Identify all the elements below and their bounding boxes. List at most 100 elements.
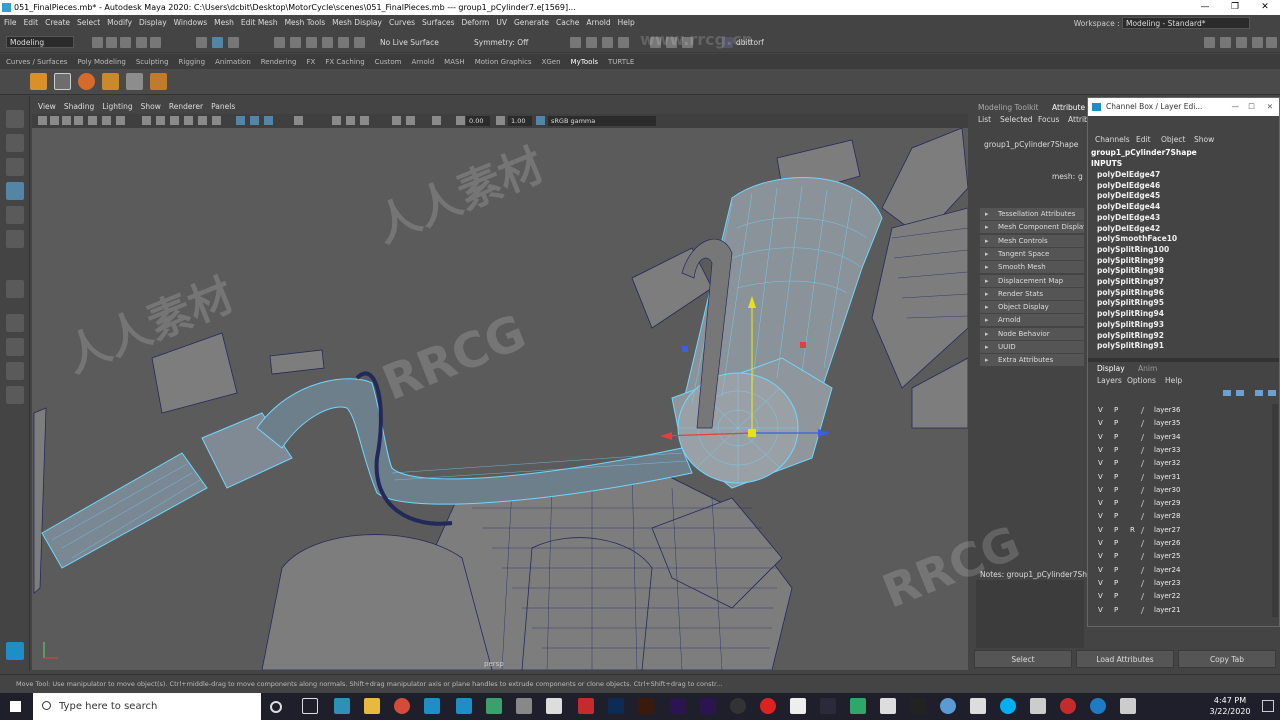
menu-file[interactable]: File	[4, 18, 17, 27]
shelf-tab-animation[interactable]: Animation	[215, 58, 251, 66]
ae-section-uuid[interactable]: UUID	[980, 341, 1084, 353]
layer-name[interactable]: layer35	[1154, 417, 1180, 430]
menu-select[interactable]: Select	[77, 18, 100, 27]
layer-row[interactable]: V Player33	[1092, 444, 1266, 457]
snap-curve-icon[interactable]	[290, 37, 301, 48]
scene-3d[interactable]: persp	[32, 128, 968, 670]
snap-grid-icon[interactable]	[274, 37, 285, 48]
input-node-item[interactable]: polyDelEdge46	[1097, 181, 1160, 190]
shelf-tab-sculpting[interactable]: Sculpting	[136, 58, 169, 66]
layer-playback-toggle[interactable]: P	[1114, 577, 1118, 590]
layer-name[interactable]: layer29	[1154, 497, 1180, 510]
maximize-button[interactable]: ❐	[1220, 0, 1250, 15]
ae-section-tessellation-attributes[interactable]: Tessellation Attributes	[980, 208, 1084, 220]
premiere-icon[interactable]	[700, 698, 716, 714]
viewport-menu-renderer[interactable]: Renderer	[169, 102, 203, 111]
layer-playback-toggle[interactable]: P	[1114, 524, 1118, 537]
layer-scrollbar[interactable]	[1272, 404, 1278, 617]
ae-copy-tab-button[interactable]: Copy Tab	[1178, 650, 1276, 668]
input-node-item[interactable]: polySplitRing96	[1097, 288, 1164, 297]
maya-taskbar-icon[interactable]	[424, 698, 440, 714]
app4-taskbar-icon[interactable]	[730, 698, 746, 714]
shelf-tab-fx[interactable]: FX	[307, 58, 316, 66]
layer-name[interactable]: layer34	[1154, 431, 1180, 444]
shelf-tab-rendering[interactable]: Rendering	[261, 58, 297, 66]
cb-node-name[interactable]: group1_pCylinder7Shape	[1091, 148, 1197, 157]
app7-taskbar-icon[interactable]	[820, 698, 836, 714]
layer-color-swatch[interactable]	[1140, 407, 1150, 414]
ae-section-tangent-space[interactable]: Tangent Space	[980, 247, 1084, 260]
layer-playback-toggle[interactable]: P	[1114, 550, 1118, 563]
sidebar-toggle-icon[interactable]	[1204, 37, 1215, 48]
layer-playback-toggle[interactable]: P	[1114, 444, 1118, 457]
input-node-item[interactable]: polySplitRing91	[1097, 341, 1164, 350]
layer-color-swatch[interactable]	[1140, 486, 1150, 494]
windows-start-icon[interactable]	[10, 701, 21, 712]
ae-notes-field[interactable]	[976, 580, 1084, 648]
app2-taskbar-icon[interactable]	[546, 698, 562, 714]
ae-section-displacement-map[interactable]: Displacement Map	[980, 274, 1084, 287]
layer-row[interactable]: V Player21	[1092, 604, 1266, 617]
cb-menu-show[interactable]: Show	[1194, 135, 1214, 144]
menu-mesh-display[interactable]: Mesh Display	[332, 18, 382, 27]
layer-row[interactable]: V Player30	[1092, 484, 1266, 497]
bookmark-icon[interactable]	[62, 116, 71, 125]
move-layer-down-icon[interactable]	[1236, 390, 1244, 396]
layer-visibility-toggle[interactable]: V	[1098, 577, 1103, 590]
workspace-selector[interactable]: Workspace : Modeling - Standard*	[1074, 17, 1250, 30]
ipr-render-icon[interactable]	[602, 37, 613, 48]
two-view-icon[interactable]	[6, 362, 24, 380]
layer-menu-help[interactable]: Help	[1165, 376, 1182, 385]
ae-section-arnold[interactable]: Arnold	[980, 314, 1084, 327]
layer-row[interactable]: V Player29	[1092, 497, 1266, 510]
cb-menu-object[interactable]: Object	[1161, 135, 1185, 144]
menu-create[interactable]: Create	[45, 18, 70, 27]
exposure-field[interactable]: 0.00	[466, 116, 490, 126]
ae-section-node-behavior[interactable]: Node Behavior	[980, 327, 1084, 340]
app-taskbar-icon[interactable]	[516, 698, 532, 714]
menu-curves[interactable]: Curves	[389, 18, 415, 27]
calculator-icon[interactable]	[970, 698, 986, 714]
layer-color-swatch[interactable]	[1140, 579, 1150, 587]
layer-visibility-toggle[interactable]: V	[1098, 431, 1103, 444]
layer-playback-toggle[interactable]: P	[1114, 590, 1118, 603]
layer-row[interactable]: V Player35	[1092, 417, 1266, 430]
layer-color-swatch[interactable]	[1140, 513, 1150, 521]
ae-section-smooth-mesh[interactable]: Smooth Mesh	[980, 261, 1084, 274]
autodesk-taskbar-icon[interactable]	[486, 698, 502, 714]
grid-toggle-icon[interactable]	[88, 116, 97, 125]
ae-select-button[interactable]: Select	[974, 650, 1072, 668]
ae-section-object-display[interactable]: Object Display	[980, 301, 1084, 314]
app5-taskbar-icon[interactable]	[760, 698, 776, 714]
shelf-tab-curves-surfaces[interactable]: Curves / Surfaces	[6, 58, 67, 66]
taskbar-search-box[interactable]: Type here to search	[33, 693, 261, 720]
unity-icon[interactable]	[880, 698, 896, 714]
arnold-render-icon[interactable]	[666, 37, 677, 48]
shelf-tab-custom[interactable]: Custom	[375, 58, 402, 66]
layer-row[interactable]: V P Rlayer27	[1092, 524, 1266, 537]
layer-tab-display[interactable]: Display	[1097, 364, 1125, 373]
ae-mesh-field[interactable]: g	[1078, 172, 1083, 181]
tab-attribute-editor[interactable]: Attribute	[1052, 103, 1085, 112]
ae-menu-list[interactable]: List	[978, 115, 991, 124]
menu-edit[interactable]: Edit	[24, 18, 39, 27]
layer-visibility-toggle[interactable]: V	[1098, 417, 1103, 430]
select-object-icon[interactable]	[228, 37, 239, 48]
ambient-occlusion-icon[interactable]	[294, 116, 303, 125]
menu-windows[interactable]: Windows	[174, 18, 207, 27]
paint-select-icon[interactable]	[6, 158, 24, 176]
anti-alias-icon[interactable]	[346, 116, 355, 125]
layer-name[interactable]: layer32	[1154, 457, 1180, 470]
camera-attributes-icon[interactable]	[50, 116, 59, 125]
input-node-item[interactable]: polySplitRing97	[1097, 277, 1164, 286]
layer-playback-toggle[interactable]: P	[1114, 417, 1118, 430]
input-node-item[interactable]: polySplitRing93	[1097, 320, 1164, 329]
shadows-icon[interactable]	[212, 116, 221, 125]
layer-color-swatch[interactable]	[1140, 593, 1150, 601]
layer-display-type-toggle[interactable]: R	[1130, 524, 1135, 537]
gamma-field[interactable]: 1.00	[508, 116, 532, 126]
render-view-icon[interactable]	[570, 37, 581, 48]
task-view-icon[interactable]	[302, 698, 318, 714]
layer-playback-toggle[interactable]: P	[1114, 471, 1118, 484]
gamma-toggle-icon[interactable]	[496, 116, 505, 125]
